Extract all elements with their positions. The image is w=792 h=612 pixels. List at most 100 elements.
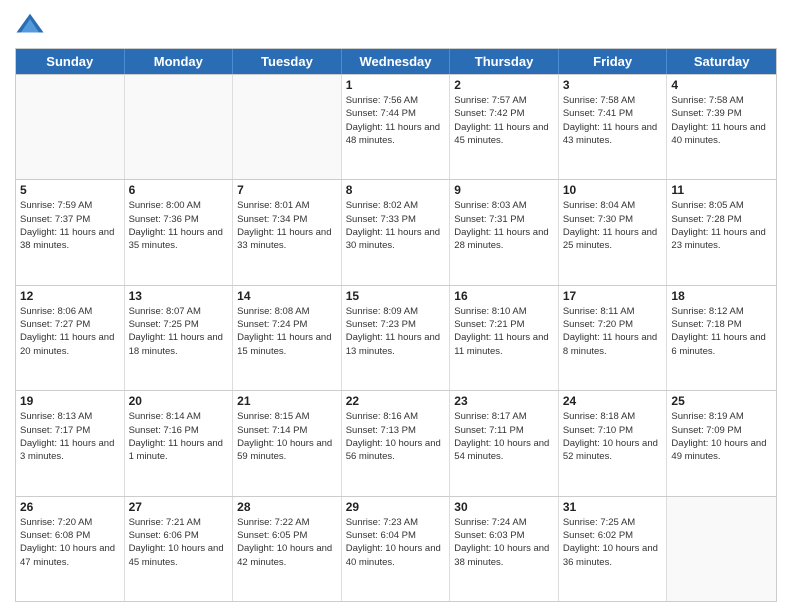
day-cell-31: 31 Sunrise: 7:25 AM Sunset: 6:02 PM Dayli… xyxy=(559,497,668,601)
day-cell-8: 8 Sunrise: 8:02 AM Sunset: 7:33 PM Daylig… xyxy=(342,180,451,284)
day-cell-2: 2 Sunrise: 7:57 AM Sunset: 7:42 PM Daylig… xyxy=(450,75,559,179)
day-number: 20 xyxy=(129,394,229,408)
day-info: Sunrise: 8:17 AM Sunset: 7:11 PM Dayligh… xyxy=(454,410,554,463)
day-info: Sunrise: 8:08 AM Sunset: 7:24 PM Dayligh… xyxy=(237,305,337,358)
day-info: Sunrise: 7:22 AM Sunset: 6:05 PM Dayligh… xyxy=(237,516,337,569)
day-cell-15: 15Sunrise: 8:09 AM Sunset: 7:23 PM Dayli… xyxy=(342,286,451,390)
day-info: Sunrise: 8:02 AM Sunset: 7:33 PM Dayligh… xyxy=(346,199,446,252)
day-info: Sunrise: 8:12 AM Sunset: 7:18 PM Dayligh… xyxy=(671,305,772,358)
day-number: 2 xyxy=(454,78,554,92)
day-cell-23: 23Sunrise: 8:17 AM Sunset: 7:11 PM Dayli… xyxy=(450,391,559,495)
day-info: Sunrise: 7:58 AM Sunset: 7:39 PM Dayligh… xyxy=(671,94,772,147)
day-of-week-wednesday: Wednesday xyxy=(342,49,451,74)
empty-cell xyxy=(233,75,342,179)
day-info: Sunrise: 7:25 AM Sunset: 6:02 PM Dayligh… xyxy=(563,516,663,569)
day-info: Sunrise: 8:19 AM Sunset: 7:09 PM Dayligh… xyxy=(671,410,772,463)
day-number: 17 xyxy=(563,289,663,303)
week-row-3: 12Sunrise: 8:06 AM Sunset: 7:27 PM Dayli… xyxy=(16,285,776,390)
day-of-week-friday: Friday xyxy=(559,49,668,74)
day-number: 9 xyxy=(454,183,554,197)
day-cell-26: 26 Sunrise: 7:20 AM Sunset: 6:08 PM Dayli… xyxy=(16,497,125,601)
empty-cell xyxy=(16,75,125,179)
day-info: Sunrise: 8:11 AM Sunset: 7:20 PM Dayligh… xyxy=(563,305,663,358)
empty-cell xyxy=(125,75,234,179)
day-info: Sunrise: 8:16 AM Sunset: 7:13 PM Dayligh… xyxy=(346,410,446,463)
day-cell-3: 3 Sunrise: 7:58 AM Sunset: 7:41 PM Daylig… xyxy=(559,75,668,179)
day-cell-13: 13Sunrise: 8:07 AM Sunset: 7:25 PM Dayli… xyxy=(125,286,234,390)
day-info: Sunrise: 8:09 AM Sunset: 7:23 PM Dayligh… xyxy=(346,305,446,358)
day-number: 26 xyxy=(20,500,120,514)
day-number: 16 xyxy=(454,289,554,303)
day-number: 8 xyxy=(346,183,446,197)
day-number: 22 xyxy=(346,394,446,408)
day-cell-10: 10 Sunrise: 8:04 AM Sunset: 7:30 PM Dayli… xyxy=(559,180,668,284)
day-number: 5 xyxy=(20,183,120,197)
day-info: Sunrise: 8:13 AM Sunset: 7:17 PM Dayligh… xyxy=(20,410,120,463)
calendar-header-row: SundayMondayTuesdayWednesdayThursdayFrid… xyxy=(16,49,776,74)
day-info: Sunrise: 8:10 AM Sunset: 7:21 PM Dayligh… xyxy=(454,305,554,358)
calendar-body: 1 Sunrise: 7:56 AM Sunset: 7:44 PM Daylig… xyxy=(16,74,776,601)
day-number: 31 xyxy=(563,500,663,514)
day-info: Sunrise: 8:07 AM Sunset: 7:25 PM Dayligh… xyxy=(129,305,229,358)
day-of-week-sunday: Sunday xyxy=(16,49,125,74)
day-info: Sunrise: 7:56 AM Sunset: 7:44 PM Dayligh… xyxy=(346,94,446,147)
day-info: Sunrise: 8:03 AM Sunset: 7:31 PM Dayligh… xyxy=(454,199,554,252)
day-info: Sunrise: 8:18 AM Sunset: 7:10 PM Dayligh… xyxy=(563,410,663,463)
day-number: 4 xyxy=(671,78,772,92)
day-of-week-thursday: Thursday xyxy=(450,49,559,74)
day-cell-4: 4 Sunrise: 7:58 AM Sunset: 7:39 PM Daylig… xyxy=(667,75,776,179)
day-info: Sunrise: 7:58 AM Sunset: 7:41 PM Dayligh… xyxy=(563,94,663,147)
day-number: 10 xyxy=(563,183,663,197)
day-info: Sunrise: 7:20 AM Sunset: 6:08 PM Dayligh… xyxy=(20,516,120,569)
day-info: Sunrise: 8:15 AM Sunset: 7:14 PM Dayligh… xyxy=(237,410,337,463)
day-info: Sunrise: 8:14 AM Sunset: 7:16 PM Dayligh… xyxy=(129,410,229,463)
day-cell-29: 29Sunrise: 7:23 AM Sunset: 6:04 PM Dayli… xyxy=(342,497,451,601)
calendar: SundayMondayTuesdayWednesdayThursdayFrid… xyxy=(15,48,777,602)
day-of-week-saturday: Saturday xyxy=(667,49,776,74)
logo-icon xyxy=(15,10,45,40)
day-number: 19 xyxy=(20,394,120,408)
day-number: 28 xyxy=(237,500,337,514)
day-info: Sunrise: 8:06 AM Sunset: 7:27 PM Dayligh… xyxy=(20,305,120,358)
day-cell-5: 5 Sunrise: 7:59 AM Sunset: 7:37 PM Daylig… xyxy=(16,180,125,284)
day-cell-16: 16 Sunrise: 8:10 AM Sunset: 7:21 PM Dayli… xyxy=(450,286,559,390)
day-number: 30 xyxy=(454,500,554,514)
day-cell-12: 12Sunrise: 8:06 AM Sunset: 7:27 PM Dayli… xyxy=(16,286,125,390)
logo xyxy=(15,10,49,40)
day-info: Sunrise: 8:00 AM Sunset: 7:36 PM Dayligh… xyxy=(129,199,229,252)
day-cell-9: 9 Sunrise: 8:03 AM Sunset: 7:31 PM Daylig… xyxy=(450,180,559,284)
day-cell-17: 17 Sunrise: 8:11 AM Sunset: 7:20 PM Dayli… xyxy=(559,286,668,390)
day-of-week-tuesday: Tuesday xyxy=(233,49,342,74)
day-number: 21 xyxy=(237,394,337,408)
day-number: 6 xyxy=(129,183,229,197)
day-info: Sunrise: 7:21 AM Sunset: 6:06 PM Dayligh… xyxy=(129,516,229,569)
day-number: 11 xyxy=(671,183,772,197)
day-cell-19: 19 Sunrise: 8:13 AM Sunset: 7:17 PM Dayli… xyxy=(16,391,125,495)
day-info: Sunrise: 7:23 AM Sunset: 6:04 PM Dayligh… xyxy=(346,516,446,569)
day-cell-1: 1 Sunrise: 7:56 AM Sunset: 7:44 PM Daylig… xyxy=(342,75,451,179)
week-row-1: 1 Sunrise: 7:56 AM Sunset: 7:44 PM Daylig… xyxy=(16,74,776,179)
day-cell-7: 7Sunrise: 8:01 AM Sunset: 7:34 PM Daylig… xyxy=(233,180,342,284)
day-number: 7 xyxy=(237,183,337,197)
day-cell-6: 6 Sunrise: 8:00 AM Sunset: 7:36 PM Daylig… xyxy=(125,180,234,284)
day-number: 14 xyxy=(237,289,337,303)
day-info: Sunrise: 7:24 AM Sunset: 6:03 PM Dayligh… xyxy=(454,516,554,569)
day-number: 1 xyxy=(346,78,446,92)
page: SundayMondayTuesdayWednesdayThursdayFrid… xyxy=(0,0,792,612)
day-info: Sunrise: 7:57 AM Sunset: 7:42 PM Dayligh… xyxy=(454,94,554,147)
day-number: 24 xyxy=(563,394,663,408)
header xyxy=(15,10,777,40)
week-row-2: 5 Sunrise: 7:59 AM Sunset: 7:37 PM Daylig… xyxy=(16,179,776,284)
day-cell-21: 21 Sunrise: 8:15 AM Sunset: 7:14 PM Dayli… xyxy=(233,391,342,495)
day-number: 18 xyxy=(671,289,772,303)
week-row-4: 19 Sunrise: 8:13 AM Sunset: 7:17 PM Dayli… xyxy=(16,390,776,495)
day-info: Sunrise: 7:59 AM Sunset: 7:37 PM Dayligh… xyxy=(20,199,120,252)
day-cell-28: 28 Sunrise: 7:22 AM Sunset: 6:05 PM Dayli… xyxy=(233,497,342,601)
day-info: Sunrise: 8:05 AM Sunset: 7:28 PM Dayligh… xyxy=(671,199,772,252)
day-cell-14: 14 Sunrise: 8:08 AM Sunset: 7:24 PM Dayli… xyxy=(233,286,342,390)
day-number: 3 xyxy=(563,78,663,92)
day-of-week-monday: Monday xyxy=(125,49,234,74)
day-cell-20: 20 Sunrise: 8:14 AM Sunset: 7:16 PM Dayli… xyxy=(125,391,234,495)
day-cell-30: 30 Sunrise: 7:24 AM Sunset: 6:03 PM Dayli… xyxy=(450,497,559,601)
day-info: Sunrise: 8:04 AM Sunset: 7:30 PM Dayligh… xyxy=(563,199,663,252)
